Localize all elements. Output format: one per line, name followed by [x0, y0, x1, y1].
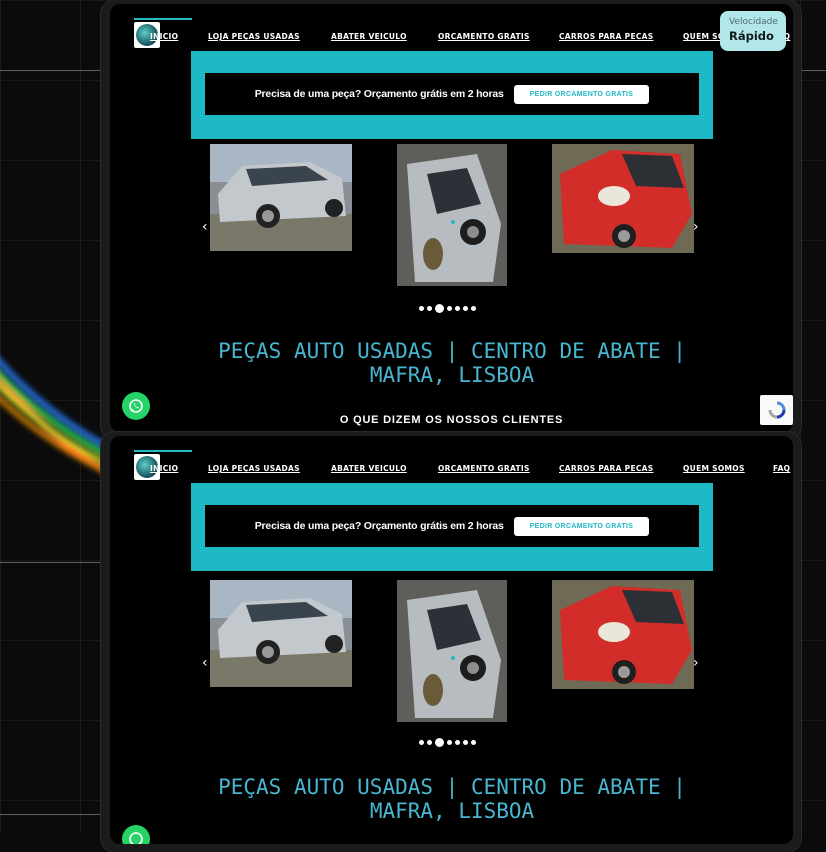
nav-item-quem-somos[interactable]: QUEM SOMOS	[683, 464, 745, 473]
website-viewport: INICIO LOJA PEÇAS USADAS ABATER VEICULO …	[110, 4, 793, 432]
nav-item-carros-para-pecas[interactable]: CARROS PARA PECAS	[559, 32, 653, 41]
carousel-dot[interactable]	[447, 740, 452, 745]
whatsapp-button[interactable]	[122, 392, 150, 420]
carousel-slide-silver-hatchback[interactable]	[397, 144, 507, 286]
request-quote-button[interactable]: PEDIR ORCAMENTO GRATIS	[513, 84, 650, 104]
carousel-dot[interactable]	[471, 306, 476, 311]
recaptcha-icon	[768, 401, 785, 419]
car-image-red-citroen	[552, 580, 694, 689]
carousel-prev-arrow[interactable]: ‹	[202, 219, 208, 235]
nav-active-indicator	[134, 450, 192, 452]
carousel-dot[interactable]	[463, 306, 468, 311]
recaptcha-badge[interactable]	[760, 395, 793, 425]
speed-indicator-label: Velocidade	[729, 17, 778, 27]
main-navigation: INICIO LOJA PEÇAS USADAS ABATER VEICULO …	[110, 450, 793, 480]
carousel-prev-arrow[interactable]: ‹	[202, 655, 208, 671]
request-quote-button[interactable]: PEDIR ORCAMENTO GRATIS	[513, 516, 650, 536]
page-preview-bottom: INICIO LOJA PEÇAS USADAS ABATER VEICULO …	[101, 432, 801, 852]
testimonials-heading: O QUE DIZEM OS NOSSOS CLIENTES	[339, 414, 564, 426]
whatsapp-icon	[129, 399, 143, 413]
quote-banner-inner: Precisa de uma peça? Orçamento grátis em…	[205, 505, 699, 547]
carousel-slide-red-citroen[interactable]	[552, 144, 694, 253]
car-image-silver-minivan	[210, 144, 352, 251]
carousel-dot[interactable]	[447, 306, 452, 311]
nav-active-indicator	[134, 18, 192, 20]
nav-item-inicio[interactable]: INICIO	[150, 32, 178, 41]
nav-item-abater-veiculo[interactable]: ABATER VEICULO	[331, 464, 407, 473]
nav-item-inicio[interactable]: INICIO	[150, 464, 178, 473]
speed-indicator[interactable]: Velocidade Rápido	[720, 11, 786, 51]
car-image-silver-minivan	[210, 580, 352, 687]
main-navigation: INICIO LOJA PEÇAS USADAS ABATER VEICULO …	[110, 18, 793, 48]
car-image-red-citroen	[552, 144, 694, 253]
nav-item-abater-veiculo[interactable]: ABATER VEICULO	[331, 32, 407, 41]
page-headline: PEÇAS AUTO USADAS | CENTRO DE ABATE | MA…	[190, 339, 714, 387]
carousel-slide-red-citroen[interactable]	[552, 580, 694, 689]
nav-item-orcamento-gratis[interactable]: ORCAMENTO GRATIS	[438, 464, 530, 473]
nav-item-loja-pecas-usadas[interactable]: LOJA PEÇAS USADAS	[208, 32, 300, 41]
carousel-dot[interactable]	[427, 740, 432, 745]
carousel-slide-silver-minivan[interactable]	[210, 580, 352, 687]
quote-banner: Precisa de uma peça? Orçamento grátis em…	[191, 51, 713, 139]
nav-item-loja-pecas-usadas[interactable]: LOJA PEÇAS USADAS	[208, 464, 300, 473]
carousel-dot[interactable]	[463, 740, 468, 745]
carousel-dot[interactable]	[471, 740, 476, 745]
carousel-dot-active[interactable]	[435, 304, 444, 313]
carousel-dot[interactable]	[419, 306, 424, 311]
carousel-pagination	[419, 304, 476, 313]
carousel-next-arrow[interactable]: ›	[693, 219, 699, 235]
speed-indicator-value: Rápido	[729, 29, 774, 43]
car-image-silver-hatchback	[397, 580, 507, 722]
carousel-next-arrow[interactable]: ›	[693, 655, 699, 671]
carousel-dot[interactable]	[455, 740, 460, 745]
carousel-slide-silver-hatchback[interactable]	[397, 580, 507, 722]
page-headline-line1: PEÇAS AUTO USADAS | CENTRO DE ABATE |	[218, 775, 686, 799]
page-headline-line2: MAFRA, LISBOA	[369, 363, 535, 387]
whatsapp-button[interactable]	[122, 825, 150, 844]
background-line	[0, 70, 110, 71]
whatsapp-icon	[129, 832, 143, 844]
page-headline-line2: MAFRA, LISBOA	[369, 799, 535, 823]
carousel-dot[interactable]	[427, 306, 432, 311]
background-line	[0, 814, 110, 815]
carousel-slide-silver-minivan[interactable]	[210, 144, 352, 251]
nav-item-orcamento-gratis[interactable]: ORCAMENTO GRATIS	[438, 32, 530, 41]
website-viewport: INICIO LOJA PEÇAS USADAS ABATER VEICULO …	[110, 436, 793, 844]
quote-banner-text: Precisa de uma peça? Orçamento grátis em…	[254, 520, 504, 532]
page-headline: PEÇAS AUTO USADAS | CENTRO DE ABATE | MA…	[190, 775, 714, 823]
quote-banner-inner: Precisa de uma peça? Orçamento grátis em…	[205, 73, 699, 115]
carousel-dot[interactable]	[455, 306, 460, 311]
nav-item-faq[interactable]: FAQ	[773, 464, 790, 473]
carousel-pagination	[419, 738, 476, 747]
quote-banner-text: Precisa de uma peça? Orçamento grátis em…	[254, 88, 504, 100]
page-preview-top: INICIO LOJA PEÇAS USADAS ABATER VEICULO …	[101, 0, 801, 440]
carousel-dot[interactable]	[419, 740, 424, 745]
quote-banner: Precisa de uma peça? Orçamento grátis em…	[191, 483, 713, 571]
background-line	[0, 562, 110, 563]
nav-item-carros-para-pecas[interactable]: CARROS PARA PECAS	[559, 464, 653, 473]
carousel-dot-active[interactable]	[435, 738, 444, 747]
page-headline-line1: PEÇAS AUTO USADAS | CENTRO DE ABATE |	[218, 339, 686, 363]
car-image-silver-hatchback	[397, 144, 507, 286]
